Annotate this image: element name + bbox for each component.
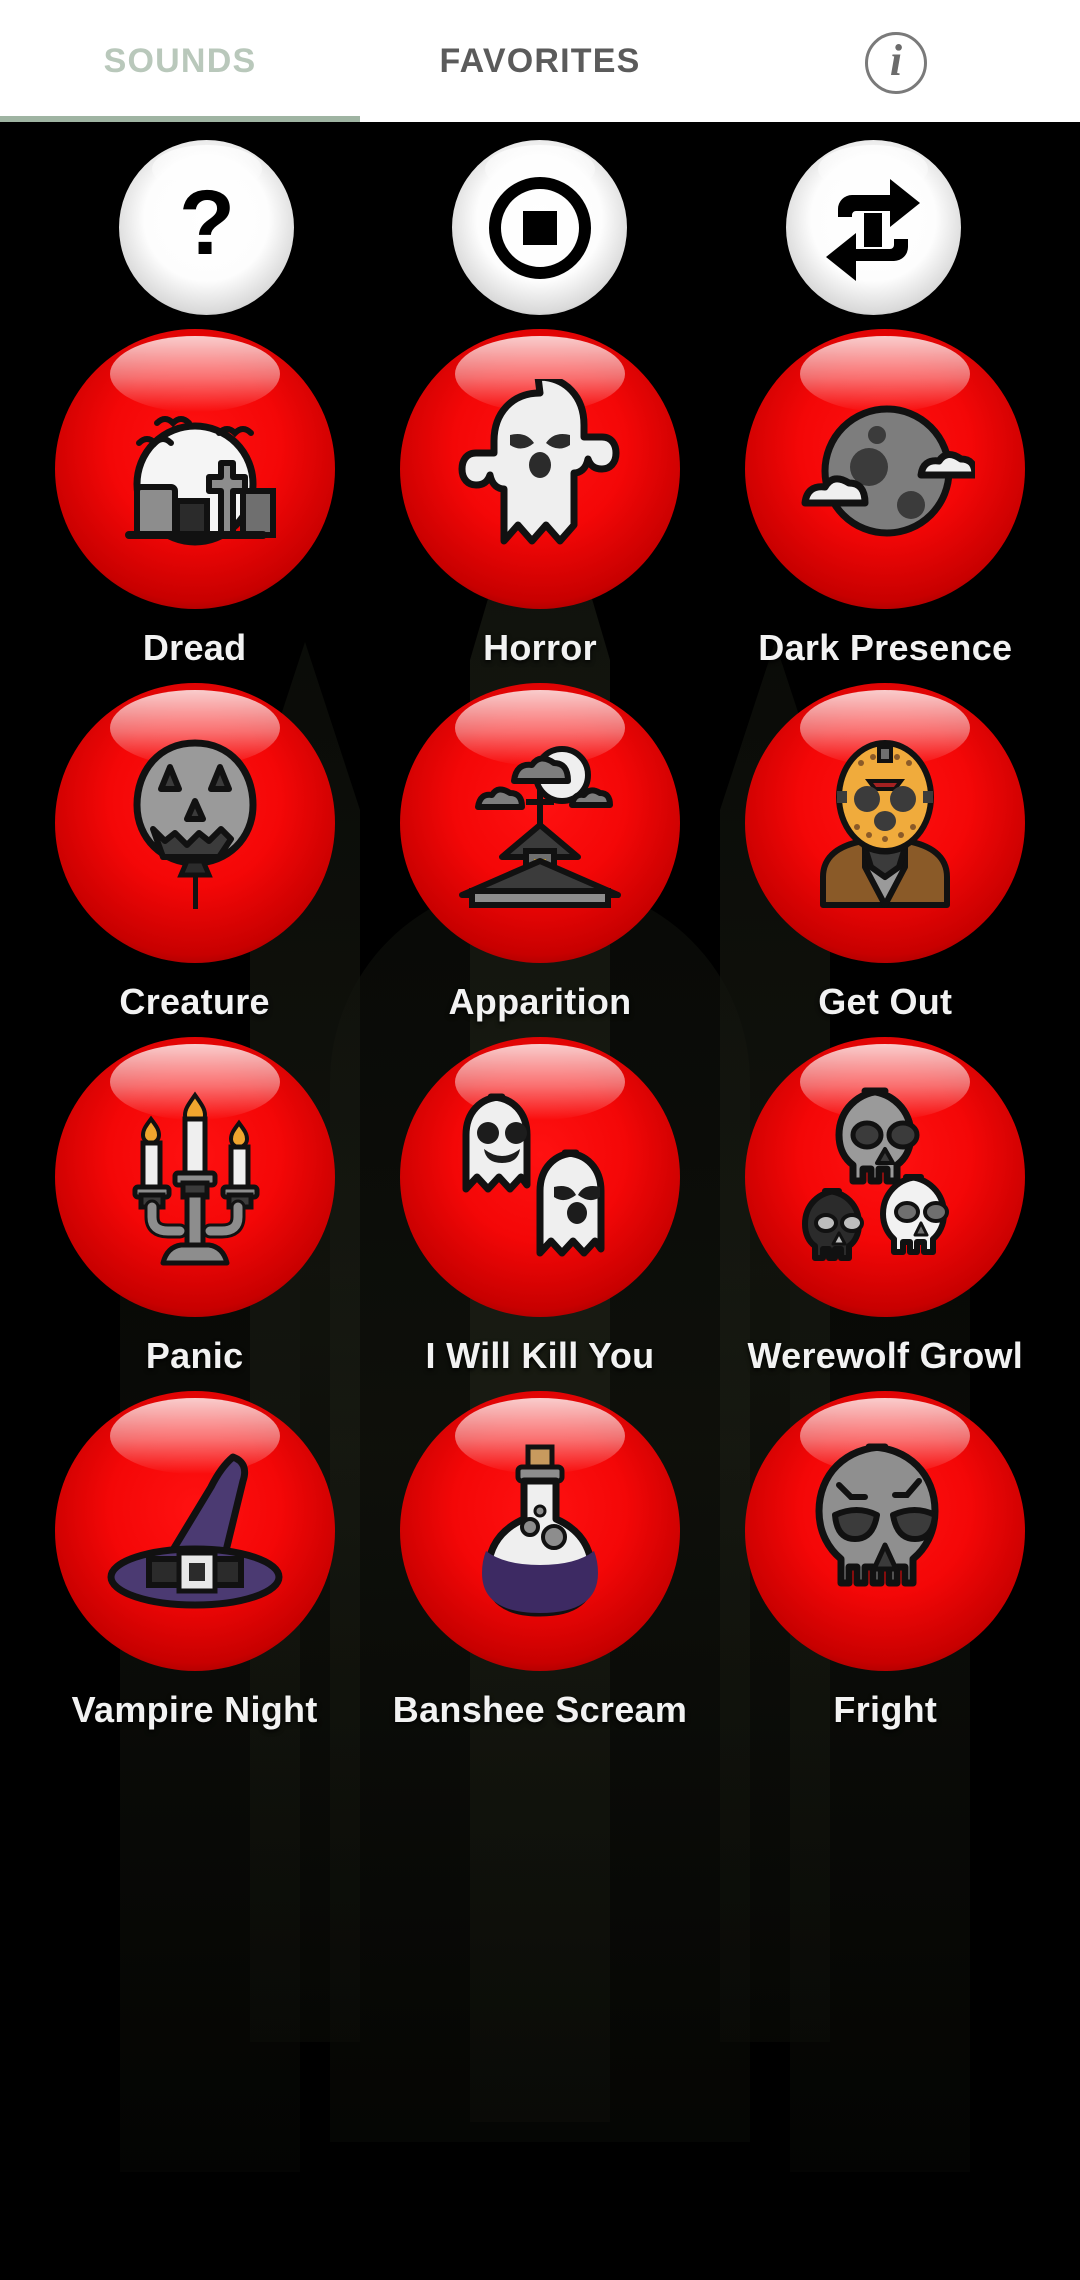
jack-o-lantern-balloon-icon xyxy=(105,733,285,913)
sound-label: Creature xyxy=(119,981,270,1022)
sound-cell-werewolf-growl: Werewolf Growl xyxy=(725,1037,1045,1377)
potion-flask-icon xyxy=(450,1441,630,1621)
sound-label: Dread xyxy=(142,627,247,668)
sound-button-horror[interactable] xyxy=(399,329,680,609)
sound-label: Dark Presence xyxy=(758,627,1013,668)
stop-icon xyxy=(485,173,595,283)
loop-button[interactable] xyxy=(785,140,961,315)
skull-icon xyxy=(795,1441,975,1621)
question-mark-icon: ? xyxy=(161,182,253,274)
sound-label: Panic xyxy=(145,1335,244,1376)
loop-button-cell xyxy=(713,140,1033,315)
sound-button-apparition[interactable] xyxy=(399,683,680,963)
sound-cell-creature: Creature xyxy=(35,683,355,1023)
sound-cell-fright: Fright xyxy=(725,1391,1045,1731)
sound-row-4: Vampire Night Banshee Scream Fright xyxy=(0,1391,1080,1731)
info-icon[interactable]: i xyxy=(865,32,927,94)
sound-button-banshee-scream[interactable] xyxy=(399,1391,680,1671)
tab-bar: SOUNDS FAVORITES i xyxy=(0,0,1080,122)
tab-favorites[interactable]: FAVORITES xyxy=(360,0,720,122)
sound-button-i-will-kill-you[interactable] xyxy=(399,1037,680,1317)
moon-clouds-icon xyxy=(795,379,976,559)
sound-cell-horror: Horror xyxy=(380,329,700,669)
sound-label: Horror xyxy=(483,627,597,668)
sound-button-vampire-night[interactable] xyxy=(54,1391,335,1671)
hockey-mask-killer-icon xyxy=(795,733,975,913)
sound-button-creature[interactable] xyxy=(54,683,335,963)
svg-text:?: ? xyxy=(179,182,235,274)
sound-row-3: Panic I Will Kill You Werewolf Growl xyxy=(0,1037,1080,1377)
info-icon-glyph: i xyxy=(889,36,903,85)
sound-row-1: Dread Horror Dark Presence xyxy=(0,329,1080,669)
ghost-icon xyxy=(450,379,630,559)
sound-button-fright[interactable] xyxy=(745,1391,1026,1671)
sound-cell-i-will-kill-you: I Will Kill You xyxy=(380,1037,700,1377)
tab-sounds-label: SOUNDS xyxy=(103,41,257,80)
haunted-church-icon xyxy=(450,733,630,913)
sound-label: Get Out xyxy=(818,981,953,1022)
sound-label: Werewolf Growl xyxy=(747,1335,1024,1376)
sound-label: Fright xyxy=(833,1689,938,1730)
control-row: ? xyxy=(0,122,1080,315)
three-skulls-icon xyxy=(795,1087,975,1267)
sound-button-dark-presence[interactable] xyxy=(745,329,1026,609)
sound-cell-banshee-scream: Banshee Scream xyxy=(380,1391,700,1731)
sound-button-dread[interactable] xyxy=(54,329,335,609)
sound-row-2: Creature Apparition Get Out xyxy=(0,683,1080,1023)
sound-button-panic[interactable] xyxy=(54,1037,335,1317)
sound-cell-vampire-night: Vampire Night xyxy=(35,1391,355,1731)
help-button[interactable]: ? xyxy=(119,140,295,315)
stop-button[interactable] xyxy=(452,140,628,315)
button-grid: ? Dread Horror Dark Presence Creature Ap… xyxy=(0,122,1080,1731)
cemetery-icon xyxy=(105,379,285,559)
candelabra-icon xyxy=(105,1087,285,1267)
sound-cell-dread: Dread xyxy=(35,329,355,669)
repeat-icon xyxy=(814,169,932,287)
sound-cell-panic: Panic xyxy=(35,1037,355,1377)
sound-button-werewolf-growl[interactable] xyxy=(745,1037,1026,1317)
sound-board: ? Dread Horror Dark Presence Creature Ap… xyxy=(0,122,1080,2280)
sound-button-get-out[interactable] xyxy=(745,683,1026,963)
witch-hat-icon xyxy=(105,1441,285,1621)
sound-label: Vampire Night xyxy=(71,1689,318,1730)
sound-cell-dark-presence: Dark Presence xyxy=(725,329,1045,669)
tab-sounds[interactable]: SOUNDS xyxy=(0,0,360,122)
sound-cell-get-out: Get Out xyxy=(725,683,1045,1023)
two-ghosts-icon xyxy=(450,1087,630,1267)
sound-label: Apparition xyxy=(448,981,632,1022)
help-button-cell: ? xyxy=(47,140,367,315)
sound-label: Banshee Scream xyxy=(392,1689,688,1730)
sound-cell-apparition: Apparition xyxy=(380,683,700,1023)
tab-favorites-label: FAVORITES xyxy=(439,41,641,80)
sound-label: I Will Kill You xyxy=(425,1335,655,1376)
stop-button-cell xyxy=(380,140,700,315)
